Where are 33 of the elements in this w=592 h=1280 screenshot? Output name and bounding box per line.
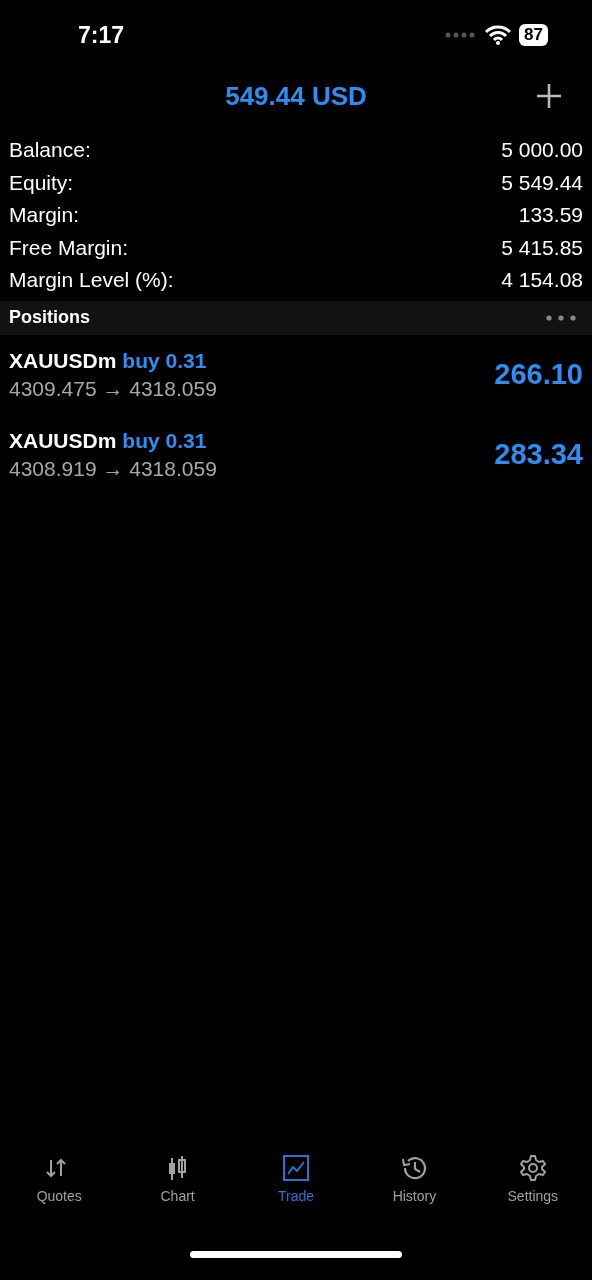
section-title: Positions — [9, 307, 90, 328]
tab-bar-item[interactable]: Quotes — [0, 1148, 119, 1228]
position-symbol: XAUUSDm — [9, 428, 117, 453]
line-chart-icon — [282, 1154, 310, 1182]
add-icon[interactable] — [536, 83, 562, 109]
account-value: 4 154.08 — [501, 268, 583, 293]
battery-icon: 87 — [519, 24, 548, 46]
position-symbol: XAUUSDm — [9, 348, 117, 373]
account-label: Free Margin: — [9, 235, 129, 260]
tab-bar-item[interactable]: Settings — [473, 1148, 592, 1228]
clock-time: 7:17 — [78, 21, 125, 49]
position-profit: 266.10 — [494, 358, 583, 391]
account-label: Margin Level (%): — [9, 268, 174, 293]
account-label: Margin: — [9, 203, 80, 228]
account-label: Equity: — [9, 170, 74, 195]
account-label: Balance: — [9, 138, 91, 163]
wifi-icon — [485, 25, 512, 45]
account-value: 5 415.85 — [501, 235, 583, 260]
account-value: 133.59 — [518, 203, 583, 228]
position-order: buy 0.31 — [122, 348, 207, 373]
settings-icon — [518, 1154, 547, 1182]
account-value: 5 549.44 — [501, 170, 583, 195]
more-icon[interactable] — [546, 314, 576, 321]
position-order: buy 0.31 — [122, 428, 207, 453]
history-icon — [400, 1154, 429, 1182]
tab-bar-item[interactable]: History — [355, 1148, 474, 1228]
position-profit: 283.34 — [494, 438, 583, 471]
tab-bar-item[interactable]: Chart — [118, 1148, 237, 1228]
position-prices: 4309.475 → 4318.059 — [9, 376, 217, 401]
position-prices: 4308.919 → 4318.059 — [9, 456, 217, 481]
account-value: 5 000.00 — [501, 138, 583, 163]
balance-title: 549.44 USD — [225, 80, 367, 112]
tab-bar-item[interactable]: Trade — [236, 1148, 356, 1228]
